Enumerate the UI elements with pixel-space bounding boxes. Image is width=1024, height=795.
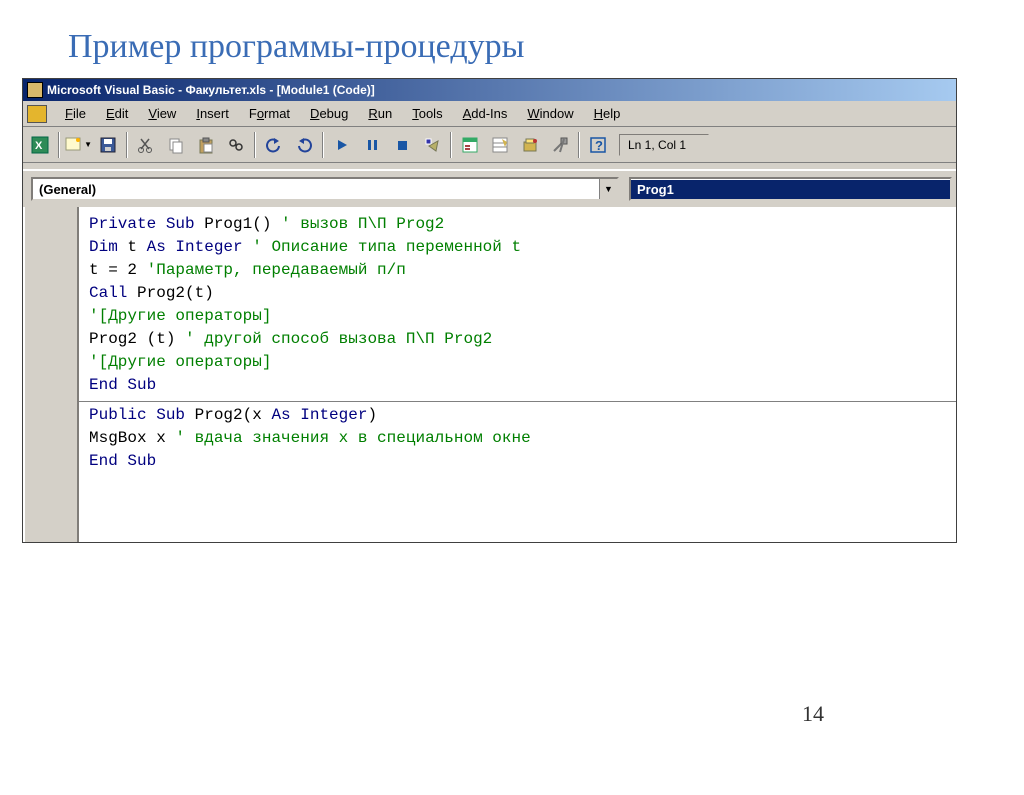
cut-icon[interactable] (132, 131, 160, 159)
undo-icon[interactable] (260, 131, 288, 159)
procedure-selector[interactable]: Prog1 (629, 177, 952, 201)
properties-icon[interactable] (486, 131, 514, 159)
menu-debug[interactable]: Debug (300, 104, 358, 123)
svg-text:?: ? (595, 138, 603, 153)
code-editor[interactable]: Private Sub Prog1() ' вызов П\П Prog2 Di… (79, 207, 956, 542)
reset-icon[interactable] (388, 131, 416, 159)
svg-text:X: X (35, 140, 43, 152)
cursor-position: Ln 1, Col 1 (619, 134, 709, 156)
break-icon[interactable] (358, 131, 386, 159)
menu-view[interactable]: View (138, 104, 186, 123)
vb-app-icon (27, 105, 47, 123)
margin-indicator-bar (23, 207, 79, 542)
redo-icon[interactable] (290, 131, 318, 159)
copy-icon[interactable] (162, 131, 190, 159)
design-mode-icon[interactable] (418, 131, 446, 159)
titlebar: Microsoft Visual Basic - Факультет.xls -… (23, 79, 956, 101)
menu-edit[interactable]: Edit (96, 104, 138, 123)
app-sysicon (27, 82, 43, 98)
insert-userform-icon[interactable]: ▼ (64, 131, 92, 159)
window-title: Microsoft Visual Basic - Факультет.xls -… (47, 83, 375, 97)
find-icon[interactable] (222, 131, 250, 159)
menu-run[interactable]: Run (358, 104, 402, 123)
toolbar: X ▼ (23, 127, 956, 163)
procedure-separator (79, 401, 956, 402)
help-icon[interactable]: ? (584, 131, 612, 159)
project-explorer-icon[interactable] (456, 131, 484, 159)
vb-editor-window: Microsoft Visual Basic - Факультет.xls -… (22, 78, 957, 543)
save-icon[interactable] (94, 131, 122, 159)
menu-insert[interactable]: Insert (186, 104, 239, 123)
run-icon[interactable] (328, 131, 356, 159)
paste-icon[interactable] (192, 131, 220, 159)
object-selector[interactable]: (General) ▼ (31, 177, 619, 201)
object-browser-icon[interactable] (516, 131, 544, 159)
menu-window[interactable]: Window (517, 104, 583, 123)
menu-file[interactable]: File (55, 104, 96, 123)
menu-tools[interactable]: Tools (402, 104, 452, 123)
menu-help[interactable]: Help (584, 104, 631, 123)
menubar: File Edit View Insert Format Debug Run T… (23, 101, 956, 127)
view-excel-icon[interactable]: X (26, 131, 54, 159)
chevron-down-icon[interactable]: ▼ (599, 179, 617, 199)
slide-title: Пример программы-процедуры (68, 28, 1024, 66)
code-pane: Private Sub Prog1() ' вызов П\П Prog2 Di… (23, 207, 956, 542)
menu-format[interactable]: Format (239, 104, 300, 123)
code-selectors: (General) ▼ Prog1 (23, 169, 956, 207)
slide-number: 14 (802, 701, 824, 727)
menu-addins[interactable]: Add-Ins (453, 104, 518, 123)
toolbox-icon[interactable] (546, 131, 574, 159)
